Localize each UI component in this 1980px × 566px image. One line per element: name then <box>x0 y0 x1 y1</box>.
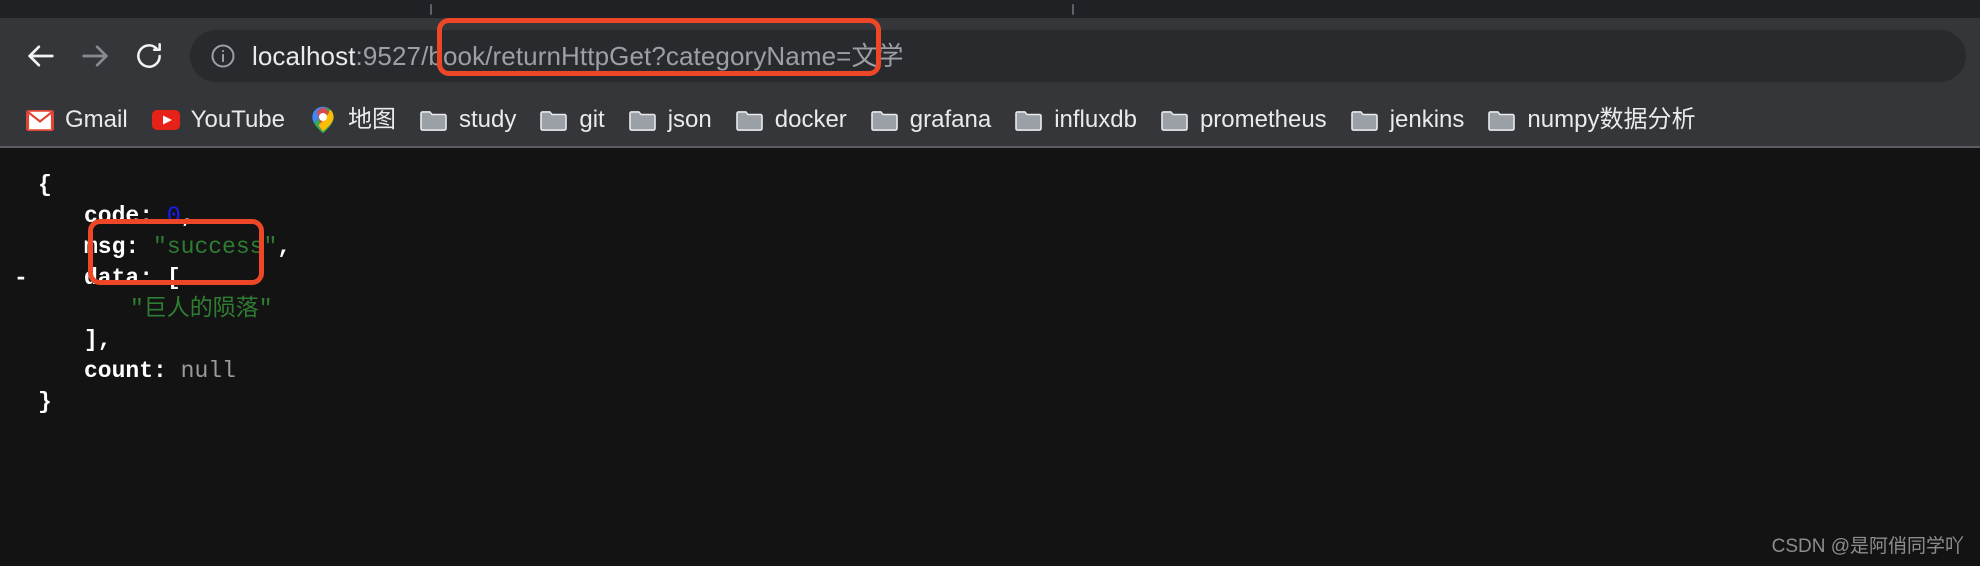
json-response-viewer: { code: 0, msg: "success", - data: [ "巨人的… <box>0 148 1980 562</box>
reload-button[interactable] <box>122 29 176 83</box>
json-fold-toggle[interactable]: - <box>14 263 38 294</box>
folder-icon <box>1350 106 1379 134</box>
forward-arrow-icon <box>78 39 112 73</box>
browser-window: localhost:9527/book/returnHttpGet?catego… <box>0 0 1980 566</box>
url-text[interactable]: localhost:9527/book/returnHttpGet?catego… <box>252 30 904 82</box>
folder-icon <box>540 106 568 134</box>
tab-strip <box>0 0 1980 18</box>
bookmark-prometheus[interactable]: prometheus <box>1149 100 1339 140</box>
folder-icon <box>420 106 448 134</box>
bookmark-label: study <box>458 106 517 133</box>
address-bar[interactable]: localhost:9527/book/returnHttpGet?catego… <box>190 30 1966 82</box>
bookmark-label: prometheus <box>1199 106 1327 133</box>
json-line-code: code: 0, <box>14 201 1980 232</box>
forward-button[interactable] <box>68 29 122 83</box>
json-key-code: code: <box>84 203 154 229</box>
bookmark-grafana[interactable]: grafana <box>859 100 1003 140</box>
watermark: CSDN @是阿俏同学吖 <box>1771 536 1964 557</box>
bookmark-jenkins[interactable]: jenkins <box>1339 100 1477 140</box>
json-value-count: null <box>180 358 236 384</box>
bookmark-label: YouTube <box>190 106 285 133</box>
bookmark-gmail[interactable]: Gmail <box>14 100 140 140</box>
bookmark-label: docker <box>774 106 847 133</box>
json-open-brace: { <box>38 172 52 198</box>
url-path: :9527/book/returnHttpGet?categoryName=文学 <box>355 41 904 71</box>
json-line-close-bracket: ], <box>14 325 1980 356</box>
bookmark-label: numpy数据分析 <box>1527 106 1696 133</box>
json-close-brace: } <box>38 389 52 415</box>
json-key-count: count: <box>84 358 167 384</box>
google-maps-icon <box>309 106 337 134</box>
json-line-open-brace: { <box>14 170 1980 201</box>
bookmark-label: git <box>579 106 605 133</box>
json-key-msg: msg: <box>84 234 140 260</box>
folder-icon <box>735 106 764 134</box>
json-key-data: data: <box>84 265 154 291</box>
json-open-bracket: [ <box>166 265 181 291</box>
bookmark-study[interactable]: study <box>408 100 528 140</box>
tab-strip-left-area <box>0 0 430 18</box>
folder-icon <box>1161 106 1189 134</box>
bookmark-maps[interactable]: 地图 <box>297 100 408 140</box>
bookmark-label: influxdb <box>1054 106 1137 133</box>
json-value-code: 0 <box>166 203 181 229</box>
folder-icon <box>628 106 657 134</box>
json-comma: , <box>180 203 195 229</box>
bookmark-numpy-data-analysis[interactable]: numpy数据分析 <box>1476 100 1707 140</box>
json-close-bracket: ], <box>84 327 112 353</box>
youtube-icon <box>151 106 180 134</box>
browser-toolbar: localhost:9527/book/returnHttpGet?catego… <box>0 18 1980 94</box>
bookmark-influxdb[interactable]: influxdb <box>1003 100 1149 140</box>
bookmark-label: grafana <box>909 106 992 133</box>
tab-strip-gap <box>432 0 1072 18</box>
tab-strip-right-area <box>1074 0 1980 18</box>
bookmark-git[interactable]: git <box>528 100 616 140</box>
json-value-msg: "success" <box>153 234 278 260</box>
json-line-data-item: "巨人的陨落" <box>14 294 1980 325</box>
bookmark-label: jenkins <box>1389 106 1465 133</box>
back-arrow-icon <box>24 39 58 73</box>
gmail-icon <box>26 106 54 134</box>
json-array-item: "巨人的陨落" <box>130 296 273 322</box>
folder-icon <box>1488 106 1516 134</box>
bookmark-docker[interactable]: docker <box>724 100 859 140</box>
folder-icon <box>1015 106 1043 134</box>
bookmark-json[interactable]: json <box>617 100 724 140</box>
back-button[interactable] <box>14 29 68 83</box>
bookmark-label: Gmail <box>65 106 128 133</box>
folder-icon <box>870 106 899 134</box>
bookmark-label: json <box>667 106 712 133</box>
url-host: localhost <box>252 41 356 71</box>
json-line-close-brace: } <box>14 387 1980 418</box>
json-line-data: - data: [ <box>14 263 1980 294</box>
json-comma: , <box>277 234 292 260</box>
info-circle-icon[interactable] <box>208 41 238 71</box>
bookmark-youtube[interactable]: YouTube <box>140 100 297 140</box>
reload-icon <box>133 40 165 72</box>
json-line-count: count: null <box>14 356 1980 387</box>
json-line-msg: msg: "success", <box>14 232 1980 263</box>
bookmarks-bar: Gmail YouTube 地图 study git json docker g… <box>0 94 1980 148</box>
bookmark-label: 地图 <box>347 106 396 133</box>
